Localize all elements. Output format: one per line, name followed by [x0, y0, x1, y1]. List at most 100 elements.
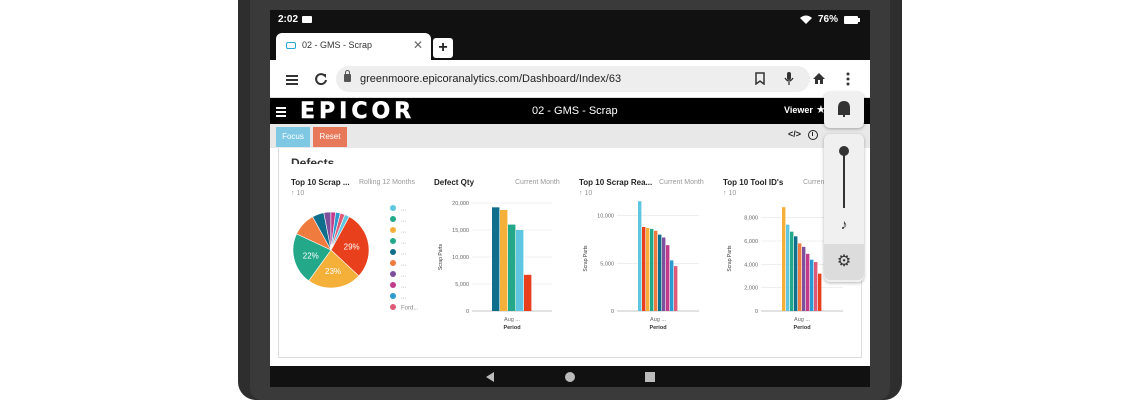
legend-marker: [390, 205, 396, 211]
pie-data-label: 22%: [303, 251, 319, 260]
focus-button[interactable]: Focus: [276, 127, 310, 147]
home-button-icon[interactable]: [565, 372, 575, 382]
tab-favicon-icon: [286, 42, 296, 49]
bell-icon: [838, 100, 850, 117]
bar: [666, 245, 670, 311]
card-title: Top 10 Scrap ...: [291, 178, 350, 187]
legend-label: ...: [401, 284, 406, 290]
legend-marker: [390, 216, 396, 222]
bar: [516, 230, 524, 311]
bar-chart-defect-qty: 0 5,000 10,000 15,000 20,000 Aug ... Period Scr…: [438, 201, 552, 331]
home-icon[interactable]: [812, 72, 826, 85]
code-icon[interactable]: </>: [788, 129, 801, 139]
address-bar[interactable]: greenmoore.epicoranalytics.com/Dashboard…: [336, 66, 810, 92]
bar: [674, 266, 678, 311]
bar: [798, 243, 802, 311]
bar: [786, 224, 790, 311]
legend-marker: [390, 227, 396, 233]
reload-icon[interactable]: [314, 72, 328, 86]
app-header: EPICOR 02 - GMS - Scrap Viewer ★: [270, 98, 870, 124]
legend-label: ...: [401, 295, 406, 301]
bar: [670, 260, 674, 311]
menu-icon[interactable]: [286, 73, 298, 87]
card-subtitle: Rolling 12 Months: [359, 179, 416, 186]
microphone-icon[interactable]: [784, 71, 794, 86]
bar: [508, 224, 516, 311]
pie-data-label: 29%: [344, 243, 360, 252]
defects-panel: Defects Top 10 Scrap ... Rolling 12 Mont…: [278, 148, 862, 358]
volume-slider-handle[interactable]: [839, 146, 849, 156]
bar: [806, 253, 810, 311]
settings-gear-icon[interactable]: ⚙: [824, 244, 864, 280]
legend-marker: [390, 260, 396, 266]
status-bar: 2:02 76%: [270, 10, 870, 30]
card-count-value: 10: [296, 190, 305, 197]
bar: [814, 262, 818, 311]
legend-marker: [390, 282, 396, 288]
android-nav-bar: [270, 367, 870, 387]
y-tick-label: 4,000: [744, 262, 758, 268]
mail-icon: [302, 16, 312, 23]
legend-marker: [390, 249, 396, 255]
tab-close-icon[interactable]: ✕: [413, 38, 423, 52]
card-subtitle: Current Month: [515, 179, 560, 186]
card-subtitle: Curren: [803, 179, 825, 186]
y-tick-label: 5,000: [455, 282, 469, 288]
tablet-screen: 2:02 76% 02 - GMS - Scrap ✕ + greenmoore…: [270, 10, 870, 387]
y-tick-label: 5,000: [600, 261, 614, 267]
lock-icon: [344, 70, 351, 82]
y-tick-label: 0: [755, 309, 758, 315]
browser-tab-bar: 02 - GMS - Scrap ✕ +: [270, 30, 870, 60]
volume-panel: ♪ ⚙: [824, 134, 864, 282]
tab-title: 02 - GMS - Scrap: [302, 40, 373, 50]
card-title: Top 10 Tool ID's: [723, 178, 784, 187]
legend-label: ...: [401, 273, 406, 279]
bar: [650, 228, 654, 311]
bar: [654, 230, 658, 311]
recent-apps-icon[interactable]: [645, 372, 655, 382]
status-time: 2:02: [278, 14, 299, 25]
y-tick-label: 10,000: [597, 214, 614, 220]
reset-button[interactable]: Reset: [313, 127, 347, 147]
chart-card-defect-qty: Defect Qty Current Month 0 5,000 10,000 15,…: [434, 178, 569, 348]
legend-label: ...: [401, 229, 406, 235]
notification-toggle[interactable]: [824, 92, 864, 128]
bar: [810, 259, 814, 311]
legend-marker: [390, 304, 396, 310]
browser-toolbar: greenmoore.epicoranalytics.com/Dashboard…: [270, 60, 870, 98]
bar: [662, 237, 666, 311]
back-icon[interactable]: [486, 372, 494, 382]
x-axis-label: Period: [649, 325, 666, 331]
pie-chart: 29% 23% 22%........................... Ford…: [292, 205, 419, 312]
battery-icon: [844, 15, 860, 24]
url-text: greenmoore.epicoranalytics.com/Dashboard…: [360, 73, 622, 85]
card-subtitle: Current Month: [659, 179, 704, 186]
battery-percent: 76%: [817, 14, 838, 25]
dashboard-title: 02 - GMS - Scrap: [532, 105, 618, 117]
volume-slider-track[interactable]: [843, 150, 845, 208]
y-tick-label: 15,000: [452, 228, 469, 234]
app-menu-icon[interactable]: [276, 105, 286, 119]
viewer-label[interactable]: Viewer: [784, 105, 813, 115]
new-tab-button[interactable]: +: [433, 38, 453, 58]
y-tick-label: 20,000: [452, 201, 469, 207]
bar: [802, 246, 806, 311]
y-tick-label: 8,000: [744, 216, 758, 222]
bar: [524, 274, 532, 311]
legend-marker: [390, 271, 396, 277]
epicor-logo: EPICOR: [300, 99, 416, 125]
y-tick-label: 10,000: [452, 255, 469, 261]
bar: [782, 207, 786, 311]
y-tick-label: 6,000: [744, 239, 758, 245]
bar: [646, 227, 650, 311]
clock-icon[interactable]: [808, 130, 818, 140]
x-axis-label: Period: [503, 325, 520, 331]
card-title: Top 10 Scrap Rea...: [579, 178, 653, 187]
bookmark-icon[interactable]: [755, 72, 765, 85]
music-note-icon: ♪: [840, 216, 848, 232]
browser-tab[interactable]: 02 - GMS - Scrap ✕: [276, 33, 431, 60]
y-tick-label: 2,000: [744, 286, 758, 292]
y-tick-label: 0: [611, 309, 614, 315]
legend-marker: [390, 293, 396, 299]
more-options-icon[interactable]: [846, 72, 850, 86]
